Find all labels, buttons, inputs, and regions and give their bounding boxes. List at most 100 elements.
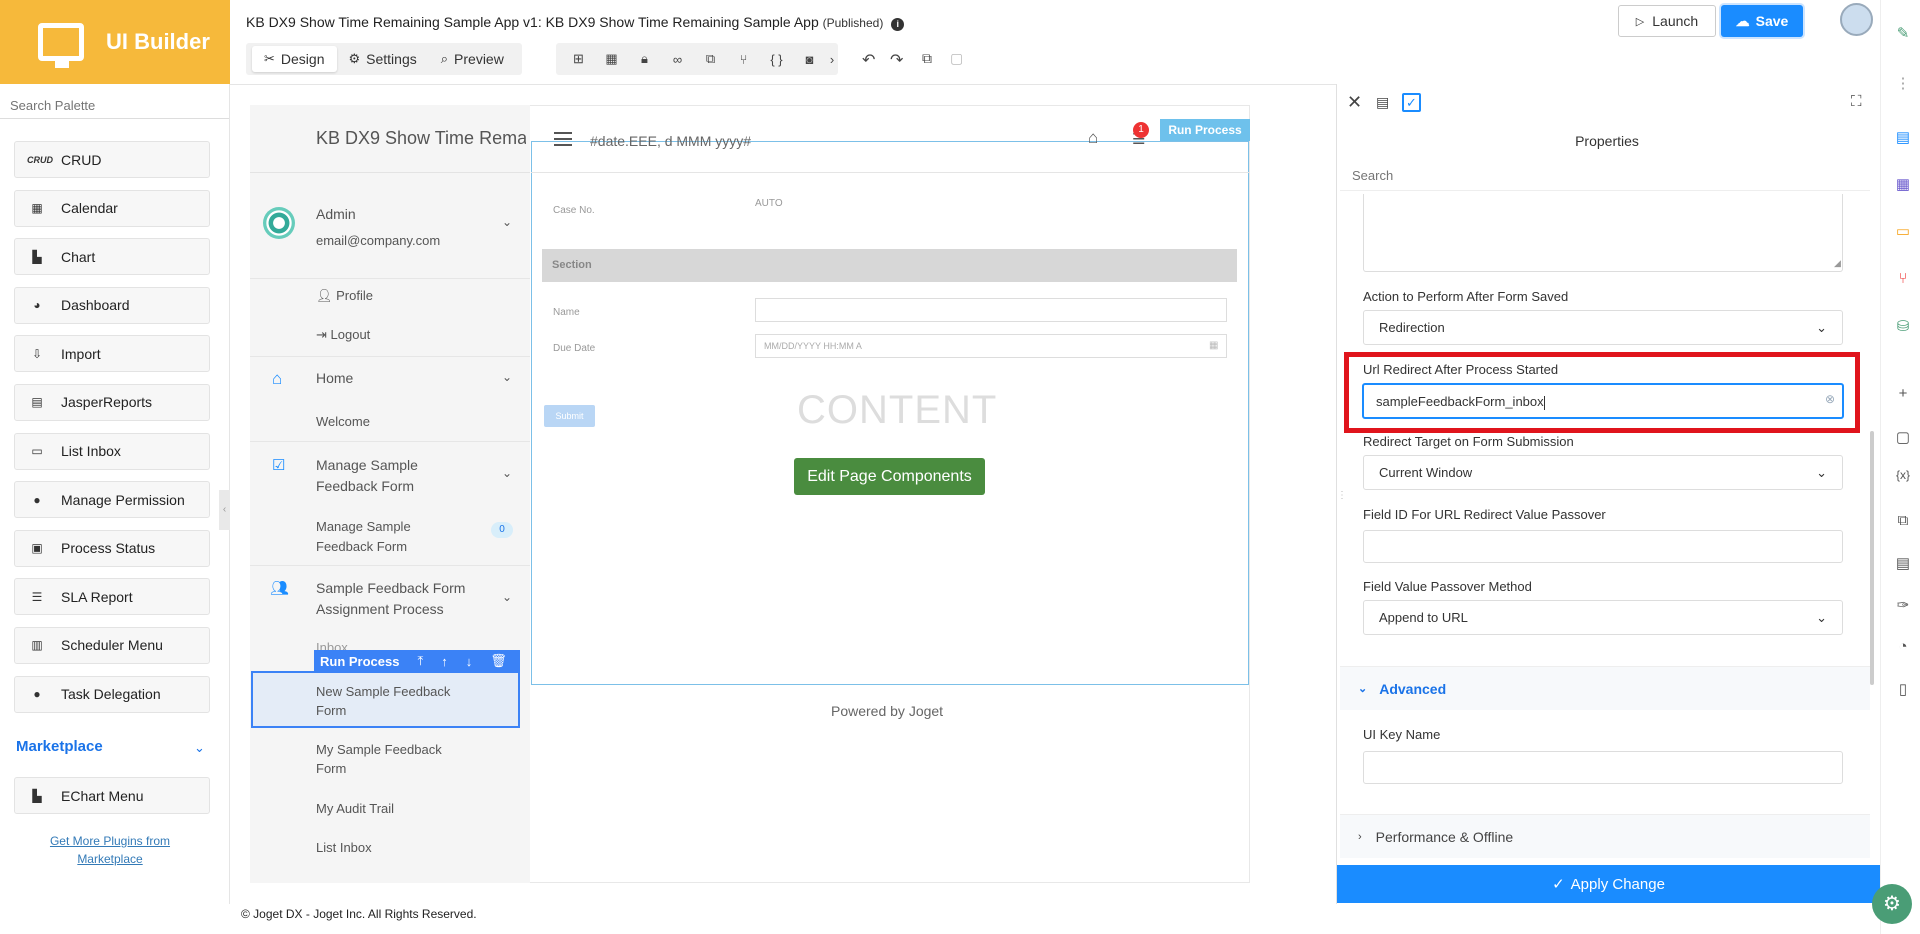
passover-method-select[interactable]: Append to URL ⌄ bbox=[1363, 600, 1843, 635]
edit-icon[interactable]: ✎ bbox=[1893, 24, 1913, 42]
checkbox-icon[interactable]: ✓ bbox=[1402, 93, 1421, 112]
variable-icon[interactable]: {x} bbox=[1893, 468, 1913, 482]
nav-manage-category[interactable]: Manage Sample Feedback Form bbox=[316, 455, 476, 497]
plus-icon[interactable]: + bbox=[1893, 385, 1913, 402]
collapse-palette-handle[interactable]: ‹ bbox=[219, 490, 230, 530]
maximize-icon[interactable]: ⛶ bbox=[1851, 93, 1862, 110]
export-icon[interactable]: ▯ bbox=[1893, 680, 1913, 698]
resize-handle-icon[interactable]: ◢ bbox=[1834, 258, 1841, 269]
palette-item-sla-report[interactable]: ☰ SLA Report bbox=[14, 578, 210, 616]
edit-page-components-button[interactable]: Edit Page Components bbox=[794, 458, 985, 495]
paint-icon[interactable]: ⛁ bbox=[1893, 317, 1913, 335]
marketplace-header[interactable]: Marketplace bbox=[16, 738, 103, 755]
hamburger-icon[interactable] bbox=[554, 132, 572, 146]
paste-icon[interactable]: ▢ bbox=[950, 50, 963, 67]
arrow-down-icon[interactable]: ↓ bbox=[466, 654, 473, 669]
nav-home[interactable]: Home bbox=[316, 370, 353, 386]
logout-link[interactable]: ⇥ Logout bbox=[316, 327, 370, 343]
palette-item-crud[interactable]: CRUD CRUD bbox=[14, 141, 210, 178]
settings-gear-icon[interactable]: ⚙ bbox=[1872, 884, 1912, 924]
file-icon[interactable]: ▤ bbox=[1893, 554, 1913, 572]
get-more-plugins-link[interactable]: Get More Plugins from Marketplace bbox=[20, 832, 200, 868]
save-doc-icon[interactable]: ▤ bbox=[1376, 94, 1389, 111]
launch-label: Launch bbox=[1652, 13, 1699, 29]
chevron-down-icon[interactable]: ⌄ bbox=[502, 590, 512, 604]
nav-audit-trail[interactable]: My Audit Trail bbox=[316, 801, 394, 816]
palette-item-calendar[interactable]: ▦ Calendar bbox=[14, 189, 210, 227]
form-icon[interactable]: ▦ bbox=[595, 51, 628, 67]
palette-item-task-delegation[interactable]: ● Task Delegation bbox=[14, 675, 210, 713]
arrow-up-icon[interactable]: ↑ bbox=[441, 654, 448, 669]
user-avatar[interactable] bbox=[1840, 3, 1873, 36]
ui-key-input[interactable] bbox=[1363, 751, 1843, 784]
nav-new-feedback-form[interactable]: New Sample Feedback Form bbox=[316, 682, 466, 720]
apply-change-button[interactable]: ✓ Apply Change bbox=[1337, 865, 1880, 903]
undo-icon[interactable]: ↶ bbox=[862, 50, 875, 70]
document-icon[interactable]: ▤ bbox=[1893, 128, 1913, 146]
save-button[interactable]: ☁ Save bbox=[1721, 5, 1803, 37]
chevron-down-icon[interactable]: ⌄ bbox=[502, 215, 512, 229]
note-icon[interactable]: ▢ bbox=[1893, 428, 1913, 446]
profile-link[interactable]: 👤︎ Profile bbox=[316, 288, 373, 304]
palette-item-import[interactable]: ⇩ Import bbox=[14, 335, 210, 373]
tab-design[interactable]: ✂ Design bbox=[252, 46, 337, 72]
palette-item-chart[interactable]: ▙ Chart bbox=[14, 238, 210, 276]
nav-manage-item[interactable]: Manage Sample Feedback Form bbox=[316, 517, 456, 557]
plugin-icon[interactable]: ✑ bbox=[1893, 596, 1913, 614]
palette-item-echart-menu[interactable]: ▙ EChart Menu bbox=[14, 777, 210, 814]
nav-welcome[interactable]: Welcome bbox=[316, 414, 370, 429]
tab-preview[interactable]: ⌕ Preview bbox=[429, 46, 516, 72]
palette-item-list-inbox[interactable]: ▭ List Inbox bbox=[14, 432, 210, 470]
textarea-field[interactable] bbox=[1363, 194, 1843, 272]
close-icon[interactable]: ✕ bbox=[1347, 92, 1362, 113]
redirect-target-select[interactable]: Current Window ⌄ bbox=[1363, 455, 1843, 490]
copy-icon[interactable]: ⧉ bbox=[922, 50, 932, 67]
branch-icon[interactable]: ⑂ bbox=[727, 52, 760, 67]
resize-handle[interactable]: ⋮ bbox=[1337, 490, 1347, 530]
tree-icon[interactable]: ⊞ bbox=[562, 51, 595, 67]
trash-icon[interactable]: 🗑︎ bbox=[490, 653, 507, 669]
performance-section-toggle[interactable]: › Performance & Offline bbox=[1340, 814, 1870, 858]
field-id-label: Field ID For URL Redirect Value Passover bbox=[1363, 507, 1606, 522]
info-icon[interactable]: i bbox=[891, 18, 905, 31]
nav-list-inbox[interactable]: List Inbox bbox=[316, 840, 372, 855]
code-icon[interactable]: { } bbox=[760, 52, 793, 67]
run-process-tag[interactable]: Run Process bbox=[1160, 119, 1250, 141]
tab-settings[interactable]: ⚙ Settings bbox=[337, 46, 429, 72]
table-icon[interactable]: ▦ bbox=[1893, 175, 1913, 193]
process-icon[interactable]: ⑂ bbox=[1893, 270, 1913, 287]
palette-item-manage-permission[interactable]: ● Manage Permission bbox=[14, 481, 210, 519]
chevron-down-icon[interactable]: ⌄ bbox=[194, 740, 205, 756]
field-id-input[interactable] bbox=[1363, 530, 1843, 563]
chevron-right-icon[interactable]: › bbox=[826, 52, 838, 67]
redo-icon[interactable]: ↷ bbox=[890, 50, 903, 70]
layers-icon[interactable]: ⧉ bbox=[694, 51, 727, 67]
palette-item-label: Chart bbox=[61, 248, 96, 265]
drag-handle-icon[interactable]: ⋮ bbox=[1893, 74, 1913, 92]
palette-search-input[interactable] bbox=[0, 94, 230, 116]
resources-icon[interactable]: ⧉ bbox=[1893, 512, 1913, 529]
chevron-down-icon[interactable]: ⌄ bbox=[502, 466, 512, 480]
binoculars-icon[interactable]: ∞ bbox=[661, 52, 694, 67]
move-up-parent-icon[interactable]: ⤒ bbox=[417, 653, 423, 669]
nav-my-feedback-form[interactable]: My Sample Feedback Form bbox=[316, 740, 466, 778]
camera-icon[interactable]: ◙ bbox=[793, 52, 826, 67]
lock-icon[interactable]: 🔒︎ bbox=[628, 51, 661, 67]
palette-item-jasperreports[interactable]: ▤ JasperReports bbox=[14, 383, 210, 421]
properties-scrollbar[interactable] bbox=[1870, 431, 1874, 685]
monitor-icon[interactable]: ▭ bbox=[1893, 222, 1913, 240]
palette-item-process-status[interactable]: ▣ Process Status bbox=[14, 529, 210, 567]
chevron-down-icon[interactable]: ⌄ bbox=[502, 370, 512, 384]
launch-button[interactable]: ▷ Launch bbox=[1618, 5, 1716, 37]
palette-item-scheduler-menu[interactable]: ▥ Scheduler Menu bbox=[14, 626, 210, 664]
advanced-section-toggle[interactable]: ⌄ Advanced bbox=[1340, 666, 1870, 710]
gauge-icon[interactable]: ◔ bbox=[1893, 638, 1913, 655]
calendar-icon: ▦ bbox=[31, 201, 43, 216]
case-no-label: Case No. bbox=[553, 205, 595, 216]
nav-process-category[interactable]: Sample Feedback Form Assignment Process bbox=[316, 578, 476, 620]
home-icon[interactable]: ⌂ bbox=[1088, 128, 1098, 148]
play-icon: ▷ bbox=[1635, 15, 1645, 28]
properties-search-input[interactable] bbox=[1352, 168, 1652, 183]
action-select[interactable]: Redirection ⌄ bbox=[1363, 310, 1843, 345]
palette-item-dashboard[interactable]: ◕ Dashboard bbox=[14, 286, 210, 324]
